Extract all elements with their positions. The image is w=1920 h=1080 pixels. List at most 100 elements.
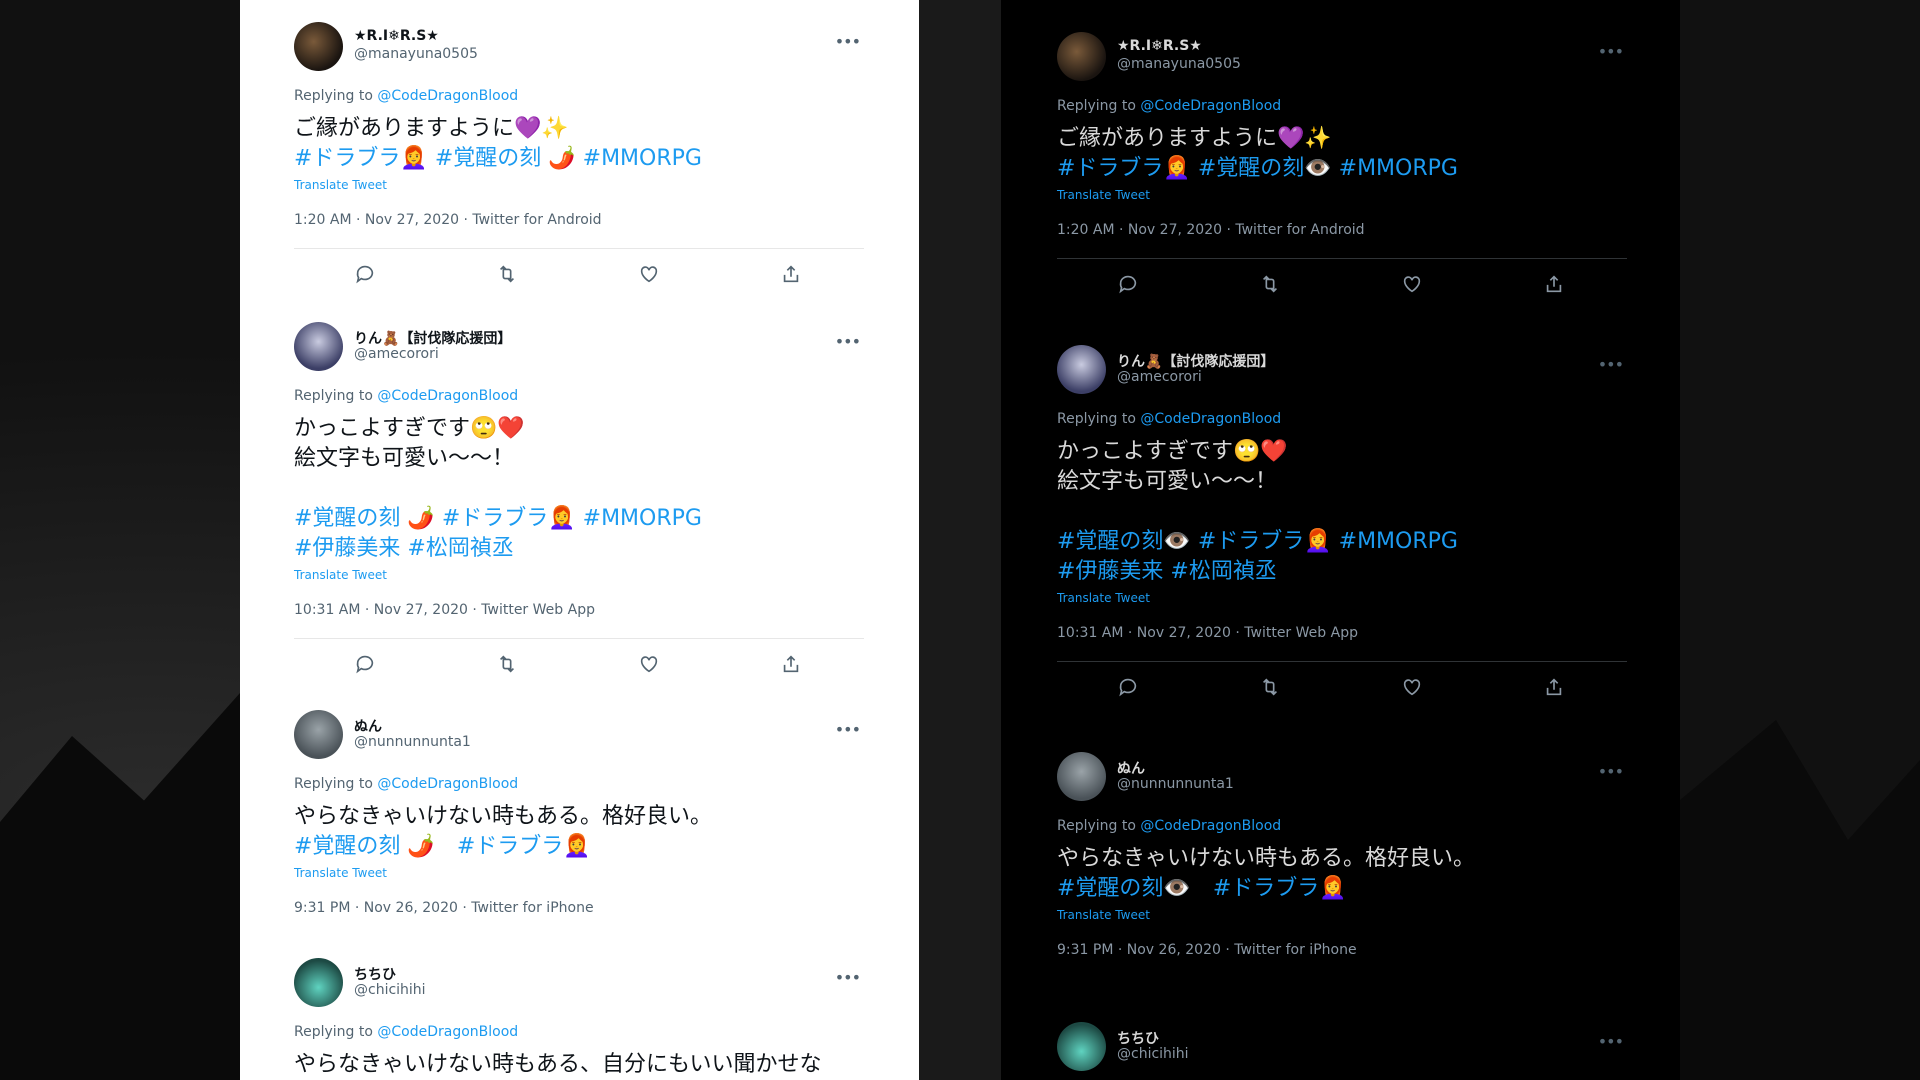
translate-tweet-link[interactable]: Translate Tweet [294, 178, 864, 192]
avatar[interactable] [1057, 752, 1106, 801]
more-icon[interactable]: ••• [1598, 762, 1624, 781]
retweet-icon[interactable] [496, 653, 518, 675]
tweet[interactable]: ちちひ @chicihihi ••• [1057, 1022, 1627, 1074]
tweet[interactable]: りん🧸【討伐隊応援団】 @amecorori ••• Replying to @… [1057, 345, 1627, 710]
hashtags[interactable]: #ドラブラ👩‍🦰 #覚醒の刻👁️ #MMORPG [1057, 154, 1627, 184]
reply-target-link[interactable]: @CodeDragonBlood [377, 88, 518, 104]
user-handle[interactable]: @nunnunnunta1 [354, 734, 471, 750]
retweet-icon[interactable] [1259, 676, 1281, 698]
like-icon[interactable] [638, 653, 660, 675]
reply-target-link[interactable]: @CodeDragonBlood [377, 388, 518, 404]
share-icon[interactable] [780, 653, 802, 675]
share-icon[interactable] [1543, 273, 1565, 295]
tweet-text: ご縁がありますように💜✨ [1057, 126, 1332, 151]
user-handle[interactable]: @amecorori [354, 346, 439, 362]
replying-to: Replying to @CodeDragonBlood [1057, 98, 1282, 114]
like-icon[interactable] [1401, 273, 1423, 295]
tweet[interactable]: りん🧸【討伐隊応援団】 @amecorori ••• Replying to @… [294, 322, 864, 687]
display-name[interactable]: ちちひ [1117, 1028, 1159, 1048]
hashtags[interactable]: #伊藤美来 #松岡禎丞 [294, 534, 864, 564]
display-name[interactable]: りん🧸【討伐隊応援団】 [354, 328, 511, 348]
tweet[interactable]: ★R.I❄R.S★ @manayuna0505 ••• Replying to … [1057, 32, 1627, 307]
avatar[interactable] [1057, 1022, 1106, 1071]
more-icon[interactable]: ••• [1598, 1032, 1624, 1051]
hashtags[interactable]: #ドラブラ👩‍🦰 #覚醒の刻 🌶️ #MMORPG [294, 144, 864, 174]
avatar[interactable] [294, 22, 343, 71]
display-name[interactable]: ぬん [1117, 758, 1145, 778]
reply-icon[interactable] [1117, 676, 1139, 698]
display-name[interactable]: ★R.I❄R.S★ [354, 28, 439, 44]
translate-tweet-link[interactable]: Translate Tweet [1057, 188, 1627, 202]
more-icon[interactable]: ••• [835, 32, 861, 51]
hashtags[interactable]: #覚醒の刻👁️ #ドラブラ👩‍🦰 #MMORPG [1057, 527, 1627, 557]
display-name[interactable]: りん🧸【討伐隊応援団】 [1117, 351, 1274, 371]
tweet[interactable]: ちちひ @chicihihi ••• Replying to @CodeDrag… [294, 958, 864, 1080]
tweet[interactable]: ★R.I❄R.S★ @manayuna0505 ••• Replying to … [294, 22, 864, 297]
tweet[interactable]: ぬん @nunnunnunta1 ••• Replying to @CodeDr… [294, 710, 864, 916]
background-silhouette-left [0, 693, 240, 1080]
hashtags[interactable]: #覚醒の刻 🌶️ #ドラブラ👩‍🦰 [294, 832, 864, 862]
user-handle[interactable]: @nunnunnunta1 [1117, 776, 1234, 792]
share-icon[interactable] [780, 263, 802, 285]
user-handle[interactable]: @manayuna0505 [1117, 56, 1241, 72]
more-icon[interactable]: ••• [1598, 355, 1624, 374]
replying-to: Replying to @CodeDragonBlood [1057, 818, 1282, 834]
translate-tweet-link[interactable]: Translate Tweet [1057, 591, 1627, 605]
action-bar [1057, 259, 1627, 307]
more-icon[interactable]: ••• [835, 332, 861, 351]
tweet-timestamp[interactable]: 9:31 PM · Nov 26, 2020 · Twitter for iPh… [294, 900, 864, 916]
share-icon[interactable] [1543, 676, 1565, 698]
reply-target-link[interactable]: @CodeDragonBlood [1140, 411, 1281, 427]
replying-to: Replying to @CodeDragonBlood [1057, 411, 1282, 427]
reply-target-link[interactable]: @CodeDragonBlood [377, 1024, 518, 1040]
hashtags[interactable]: #伊藤美来 #松岡禎丞 [1057, 557, 1627, 587]
tweet-text: やらなきゃいけない時もある。格好良い。 [294, 804, 713, 829]
tweet-timestamp[interactable]: 9:31 PM · Nov 26, 2020 · Twitter for iPh… [1057, 942, 1627, 958]
action-bar [294, 249, 864, 297]
replying-to: Replying to @CodeDragonBlood [294, 88, 519, 104]
more-icon[interactable]: ••• [835, 968, 861, 987]
tweet-timestamp[interactable]: 10:31 AM · Nov 27, 2020 · Twitter Web Ap… [1057, 625, 1627, 641]
hashtags[interactable]: #覚醒の刻👁️ #ドラブラ👩‍🦰 [1057, 874, 1627, 904]
user-handle[interactable]: @amecorori [1117, 369, 1202, 385]
avatar[interactable] [294, 710, 343, 759]
reply-icon[interactable] [1117, 273, 1139, 295]
action-bar [1057, 662, 1627, 710]
retweet-icon[interactable] [496, 263, 518, 285]
retweet-icon[interactable] [1259, 273, 1281, 295]
tweet[interactable]: ぬん @nunnunnunta1 ••• Replying to @CodeDr… [1057, 752, 1627, 958]
avatar[interactable] [294, 322, 343, 371]
replying-to: Replying to @CodeDragonBlood [294, 388, 519, 404]
like-icon[interactable] [638, 263, 660, 285]
reply-target-link[interactable]: @CodeDragonBlood [1140, 818, 1281, 834]
dark-theme-panel: ★R.I❄R.S★ @manayuna0505 ••• Replying to … [1001, 0, 1680, 1080]
more-icon[interactable]: ••• [835, 720, 861, 739]
user-handle[interactable]: @manayuna0505 [354, 46, 478, 62]
more-icon[interactable]: ••• [1598, 42, 1624, 61]
background-silhouette-right [1680, 720, 1920, 1080]
avatar[interactable] [294, 958, 343, 1007]
reply-target-link[interactable]: @CodeDragonBlood [377, 776, 518, 792]
action-bar [294, 639, 864, 687]
display-name[interactable]: ちちひ [354, 964, 396, 984]
avatar[interactable] [1057, 345, 1106, 394]
user-handle[interactable]: @chicihihi [354, 982, 426, 998]
user-handle[interactable]: @chicihihi [1117, 1046, 1189, 1062]
tweet-text: やらなきゃいけない時もある、自分にもいい聞かせな [294, 1052, 822, 1077]
like-icon[interactable] [1401, 676, 1423, 698]
tweet-text: やらなきゃいけない時もある。格好良い。 [1057, 846, 1476, 871]
tweet-timestamp[interactable]: 1:20 AM · Nov 27, 2020 · Twitter for And… [1057, 222, 1627, 238]
reply-icon[interactable] [354, 653, 376, 675]
reply-target-link[interactable]: @CodeDragonBlood [1140, 98, 1281, 114]
light-theme-panel: ★R.I❄R.S★ @manayuna0505 ••• Replying to … [240, 0, 919, 1080]
hashtags[interactable]: #覚醒の刻 🌶️ #ドラブラ👩‍🦰 #MMORPG [294, 504, 864, 534]
translate-tweet-link[interactable]: Translate Tweet [294, 866, 864, 880]
display-name[interactable]: ★R.I❄R.S★ [1117, 38, 1202, 54]
translate-tweet-link[interactable]: Translate Tweet [1057, 908, 1627, 922]
tweet-timestamp[interactable]: 10:31 AM · Nov 27, 2020 · Twitter Web Ap… [294, 602, 864, 618]
translate-tweet-link[interactable]: Translate Tweet [294, 568, 864, 582]
reply-icon[interactable] [354, 263, 376, 285]
tweet-timestamp[interactable]: 1:20 AM · Nov 27, 2020 · Twitter for And… [294, 212, 864, 228]
display-name[interactable]: ぬん [354, 716, 382, 736]
avatar[interactable] [1057, 32, 1106, 81]
